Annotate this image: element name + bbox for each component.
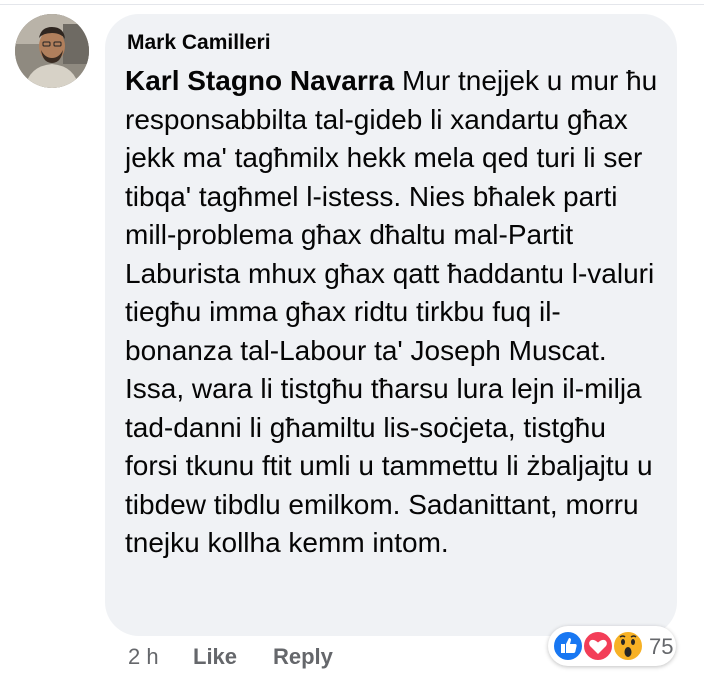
wow-icon [612,630,644,662]
comment-timestamp[interactable]: 2 h [128,644,159,670]
comment-body: Karl Stagno Navarra Mur tnejjek u mur ħu… [125,62,665,563]
love-icon [582,630,614,662]
avatar[interactable] [15,14,89,88]
comment-text: Mur tnejjek u mur ħu responsabbilta tal-… [125,65,658,558]
comment-author[interactable]: Mark Camilleri [127,31,271,55]
comment-bubble: Mark Camilleri Karl Stagno Navarra Mur t… [105,14,677,636]
reaction-count: 75 [649,634,674,659]
like-icon [552,630,584,662]
reaction-summary[interactable]: 75 [548,626,676,666]
like-button[interactable]: Like [193,644,237,670]
mention-link[interactable]: Karl Stagno Navarra [125,65,394,96]
reply-button[interactable]: Reply [273,644,333,670]
avatar-photo [15,14,89,88]
top-divider [0,4,704,5]
